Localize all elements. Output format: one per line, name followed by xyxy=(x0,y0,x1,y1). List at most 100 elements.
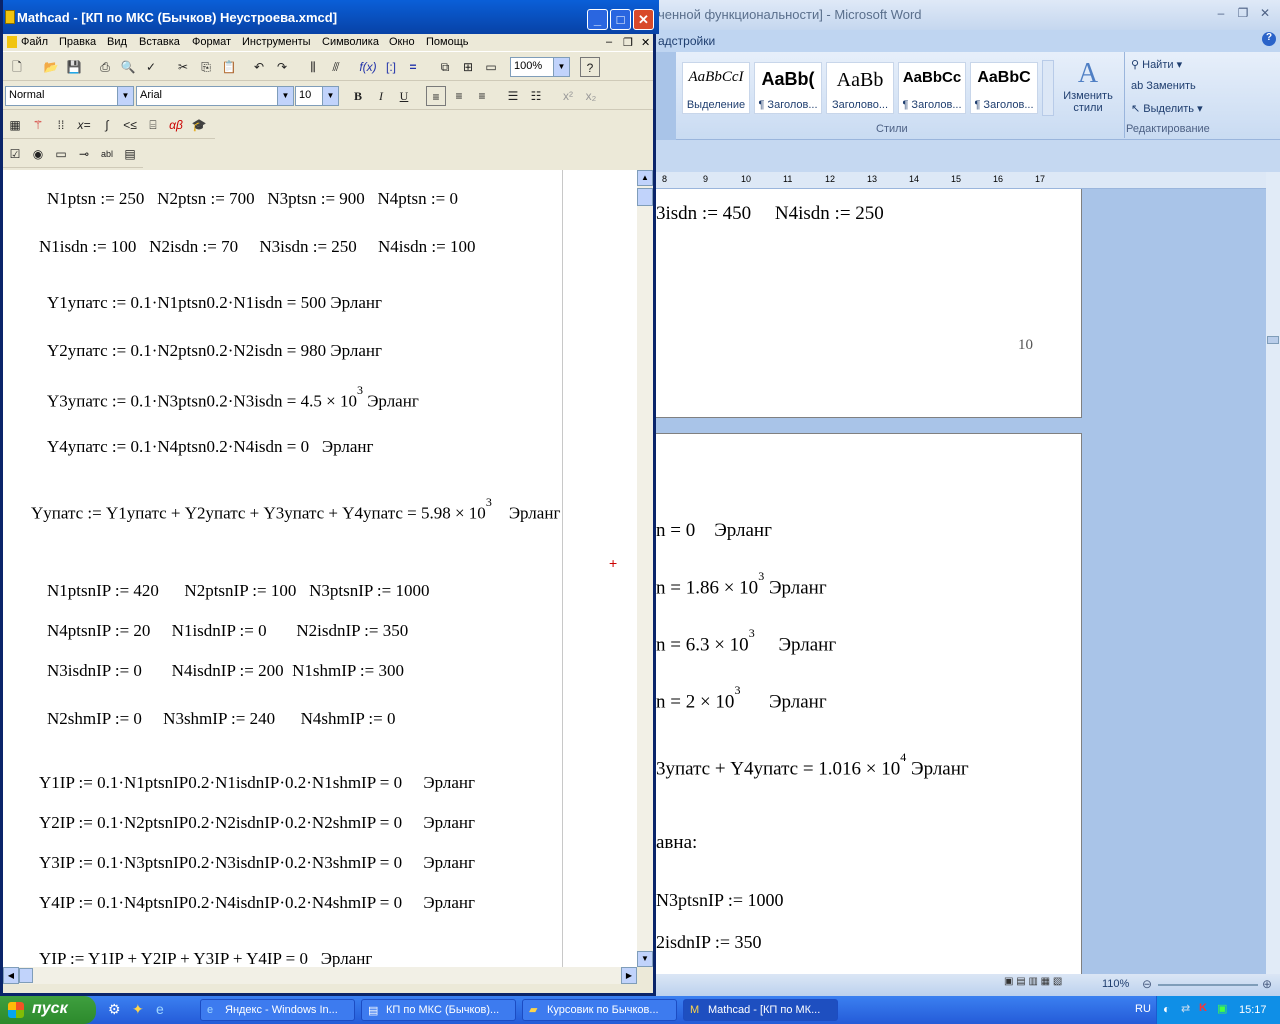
open-icon[interactable]: 📂 xyxy=(41,57,61,77)
doc-minimize-icon[interactable]: – xyxy=(606,36,612,48)
math-region[interactable]: N1ptsn := 250 N2ptsn := 700 N3ptsn := 90… xyxy=(47,189,458,209)
scroll-thumb[interactable] xyxy=(637,188,653,206)
underline-icon[interactable]: U xyxy=(394,86,414,106)
taskbar-item[interactable]: ▤ КП по МКС (Бычков)... xyxy=(361,999,516,1021)
menu-format[interactable]: Формат xyxy=(192,36,231,48)
zoom-out-icon[interactable]: ⊖ xyxy=(1142,977,1152,991)
horizontal-ruler[interactable]: 8 9 10 11 12 13 14 15 16 17 xyxy=(656,172,1266,189)
network-icon[interactable]: ⇄ xyxy=(1181,1002,1190,1015)
matrix-icon[interactable]: ⁞⁞ xyxy=(51,115,71,135)
menu-file[interactable]: Файл xyxy=(21,36,48,48)
menu-view[interactable]: Вид xyxy=(107,36,127,48)
evaluation-icon[interactable]: x= xyxy=(74,115,94,135)
close-button[interactable]: ✕ xyxy=(633,9,654,30)
align-center-icon[interactable]: ≡ xyxy=(449,86,469,106)
zoom-slider[interactable] xyxy=(1158,984,1258,986)
scroll-down-icon[interactable]: ▼ xyxy=(637,951,653,967)
mathcad-horizontal-scrollbar[interactable]: ◀ ▶ xyxy=(3,967,637,984)
view-buttons[interactable]: ▣ ▤ ▥ ▦ ▧ xyxy=(1004,976,1096,992)
math-region[interactable]: Y4упатс := 0.1·N4ptsn0.2·N4isdn = 0 Эрла… xyxy=(47,437,373,457)
maximize-icon[interactable]: ❐ xyxy=(1234,6,1252,20)
new-icon[interactable]: 🗋 xyxy=(7,57,27,77)
menu-tools[interactable]: Инструменты xyxy=(242,36,311,48)
resources-icon[interactable]: ⊞ xyxy=(458,57,478,77)
zoom-level[interactable]: 110% xyxy=(1102,978,1129,990)
math-region[interactable]: Y3IP := 0.1·N3ptsnIP0.2·N3isdnIP·0.2·N3s… xyxy=(39,853,475,873)
taskbar-item[interactable]: e Яндекс - Windows In... xyxy=(200,999,355,1021)
tray-icon[interactable]: ◐ xyxy=(1163,1002,1170,1016)
checkbox-control-icon[interactable]: ☑ xyxy=(5,144,25,164)
taskbar-item[interactable]: ▰ Курсовик по Бычков... xyxy=(522,999,677,1021)
find-button[interactable]: ⚲ Найти ▾ xyxy=(1131,58,1182,71)
taskbar-item-active[interactable]: M Mathcad - [КП по МК... xyxy=(683,999,838,1021)
math-region[interactable]: N1ptsnIP := 420 N2ptsnIP := 100 N3ptsnIP… xyxy=(47,581,429,601)
worksheet[interactable]: N1ptsn := 250 N2ptsn := 700 N3ptsn := 90… xyxy=(3,170,637,967)
symbolic-icon[interactable]: 🎓 xyxy=(189,115,209,135)
undo-icon[interactable]: ↶ xyxy=(249,57,269,77)
insert-unit-icon[interactable]: [:] xyxy=(381,57,401,77)
calculus-icon[interactable]: ∫ xyxy=(97,115,117,135)
ie-icon[interactable]: e xyxy=(156,1001,164,1017)
doc-close-icon[interactable]: ✕ xyxy=(641,36,650,49)
close-icon[interactable]: ✕ xyxy=(1256,6,1274,20)
style-heading3[interactable]: AaBbCc ¶ Заголов... xyxy=(898,62,966,114)
align-left-icon[interactable]: ≡ xyxy=(426,86,446,106)
numbering-icon[interactable]: ☷ xyxy=(526,86,546,106)
tab-addins[interactable]: адстройки xyxy=(658,34,715,48)
boolean-icon[interactable]: <≤ xyxy=(120,115,140,135)
mathcad-vertical-scrollbar[interactable]: ▲ ▼ xyxy=(637,170,653,967)
save-icon[interactable]: 💾 xyxy=(64,57,84,77)
greek-icon[interactable]: αβ xyxy=(166,115,186,135)
minimize-icon[interactable]: – xyxy=(1212,6,1230,20)
styles-gallery-scroll[interactable] xyxy=(1042,60,1054,116)
bold-icon[interactable]: B xyxy=(348,86,368,106)
antivirus-icon[interactable]: K xyxy=(1199,1002,1207,1014)
style-emphasis[interactable]: AaBbCcI Выделение xyxy=(682,62,750,114)
menu-window[interactable]: Окно xyxy=(389,36,415,48)
menu-symbolics[interactable]: Символика xyxy=(322,36,379,48)
word-document-area[interactable]: 3isdn := 450 N4isdn := 250 10 n = 0 Эрла… xyxy=(656,189,1266,974)
calculate-icon[interactable]: = xyxy=(403,57,423,77)
math-region[interactable]: Y1IP := 0.1·N1ptsnIP0.2·N1isdnIP·0.2·N1s… xyxy=(39,773,475,793)
component-icon[interactable]: ⧉ xyxy=(435,57,455,77)
doc-restore-icon[interactable]: ❐ xyxy=(623,36,633,49)
font-select[interactable]: Arial ▼ xyxy=(136,86,294,106)
math-region[interactable]: Y3упатс := 0.1·N3ptsn0.2·N3isdn = 4.5 × … xyxy=(47,383,419,412)
subscript-icon[interactable]: x₂ xyxy=(581,86,601,106)
style-heading1[interactable]: AaBb(¶ Заголов... xyxy=(754,62,822,114)
zoom-in-icon[interactable]: ⊕ xyxy=(1262,977,1272,991)
math-region[interactable]: Y2упатс := 0.1·N2ptsn0.2·N2isdn = 980 Эр… xyxy=(47,341,382,361)
listbox-control-icon[interactable]: ▤ xyxy=(120,144,140,164)
align-right-icon[interactable]: ≡ xyxy=(472,86,492,106)
math-region[interactable]: Y2IP := 0.1·N2ptsnIP0.2·N2isdnIP·0.2·N2s… xyxy=(39,813,475,833)
align-down-icon[interactable]: ⫻ xyxy=(326,57,346,77)
scroll-thumb[interactable] xyxy=(1267,336,1279,344)
help-icon[interactable]: ? xyxy=(1262,32,1276,46)
superscript-icon[interactable]: x² xyxy=(558,86,578,106)
spellcheck-icon[interactable]: ✓ xyxy=(141,57,161,77)
button-control-icon[interactable]: ▭ xyxy=(51,144,71,164)
monitor-icon[interactable]: ▣ xyxy=(1217,1002,1227,1015)
help-icon[interactable]: ? xyxy=(580,57,600,77)
calculator-icon[interactable]: ▦ xyxy=(5,115,25,135)
scroll-right-icon[interactable]: ▶ xyxy=(621,967,637,984)
paste-icon[interactable]: 📋 xyxy=(219,57,239,77)
radio-control-icon[interactable]: ◉ xyxy=(28,144,48,164)
math-region[interactable]: YIP := Y1IP + Y2IP + Y3IP + Y4IP = 0 Эрл… xyxy=(39,949,372,967)
textbox-control-icon[interactable]: abl xyxy=(97,144,117,164)
math-region[interactable]: N2shmIP := 0 N3shmIP := 240 N4shmIP := 0 xyxy=(47,709,395,729)
insert-function-icon[interactable]: f(x) xyxy=(358,57,378,77)
zoom-select[interactable]: 100% ▼ xyxy=(510,57,570,77)
scroll-left-icon[interactable]: ◀ xyxy=(3,967,19,984)
replace-button[interactable]: ab Заменить xyxy=(1131,80,1196,92)
quicklaunch-icon[interactable]: ⚙ xyxy=(108,1001,121,1018)
graph-icon[interactable]: ⚚ xyxy=(28,115,48,135)
menu-insert[interactable]: Вставка xyxy=(139,36,180,48)
math-region[interactable]: N1isdn := 100 N2isdn := 70 N3isdn := 250… xyxy=(39,237,475,257)
change-styles-button[interactable]: A Изменить стили xyxy=(1058,58,1118,122)
redo-icon[interactable]: ↷ xyxy=(272,57,292,77)
math-region[interactable]: Y4IP := 0.1·N4ptsnIP0.2·N4isdnIP·0.2·N4s… xyxy=(39,893,475,913)
language-indicator[interactable]: RU xyxy=(1135,1003,1151,1015)
align-icon[interactable]: ⫼ xyxy=(303,57,323,77)
programming-icon[interactable]: ⌸ xyxy=(143,115,163,135)
